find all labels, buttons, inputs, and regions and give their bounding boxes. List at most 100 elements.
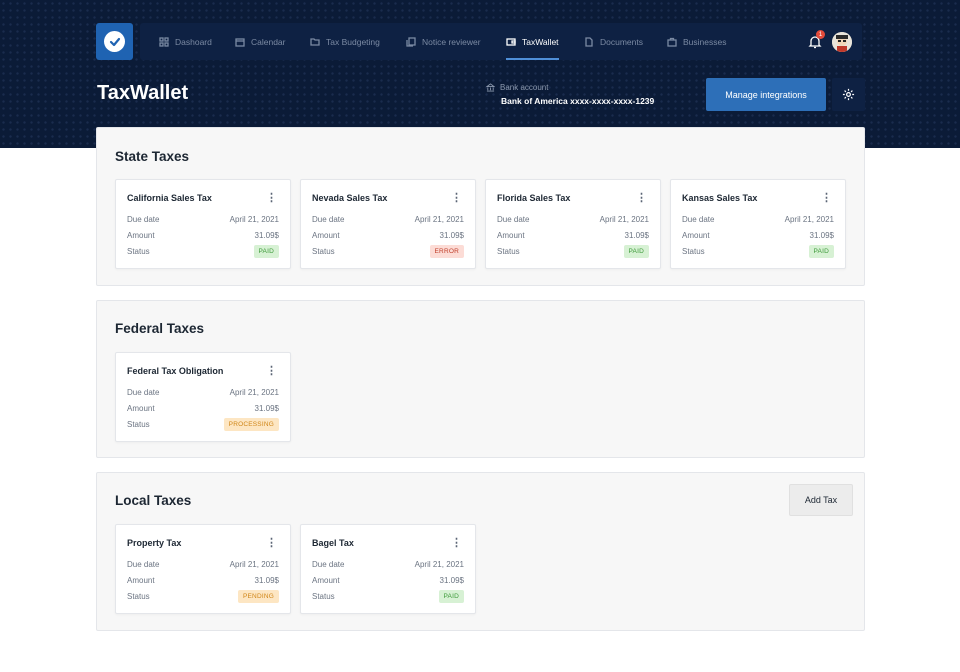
due-date-row: Due date April 21, 2021 bbox=[127, 388, 279, 400]
status-badge: PAID bbox=[438, 590, 464, 603]
status-badge: PAID bbox=[253, 245, 279, 258]
amount-row: Amount 31.09$ bbox=[127, 404, 279, 416]
more-vertical-icon[interactable]: ⋮ bbox=[636, 191, 647, 204]
nav-item-label: Businesses bbox=[683, 36, 727, 47]
due-date-label: Due date bbox=[682, 215, 715, 224]
amount-label: Amount bbox=[312, 576, 340, 585]
status-row: Status PROCESSING bbox=[127, 418, 279, 432]
amount-value: 31.09$ bbox=[809, 231, 834, 240]
tax-card-title: Bagel Tax bbox=[312, 538, 354, 548]
amount-row: Amount 31.09$ bbox=[682, 231, 834, 243]
nav-item-taxwallet[interactable]: TaxWallet bbox=[506, 23, 559, 60]
section-state-taxes: State Taxes California Sales Tax ⋮ Due dat… bbox=[96, 127, 865, 286]
tax-card[interactable]: Federal Tax Obligation ⋮ Due date April 21,… bbox=[115, 352, 291, 442]
due-date-row: Due date April 21, 2021 bbox=[312, 560, 464, 572]
nav-item-label: TaxWallet bbox=[522, 36, 559, 47]
due-date-label: Due date bbox=[497, 215, 530, 224]
status-label: Status bbox=[127, 420, 150, 429]
section-title: Local Taxes bbox=[115, 493, 192, 508]
copy-icon bbox=[406, 36, 416, 47]
due-date-value: April 21, 2021 bbox=[784, 215, 834, 224]
due-date-row: Due date April 21, 2021 bbox=[312, 215, 464, 227]
amount-row: Amount 31.09$ bbox=[312, 231, 464, 243]
section-title: Federal Taxes bbox=[115, 321, 205, 336]
more-vertical-icon[interactable]: ⋮ bbox=[266, 536, 277, 549]
status-badge: PAID bbox=[808, 245, 834, 258]
due-date-value: April 21, 2021 bbox=[229, 388, 279, 397]
due-date-value: April 21, 2021 bbox=[599, 215, 649, 224]
more-vertical-icon[interactable]: ⋮ bbox=[451, 536, 462, 549]
calendar-icon bbox=[235, 37, 245, 47]
amount-value: 31.09$ bbox=[439, 576, 464, 585]
amount-row: Amount 31.09$ bbox=[312, 576, 464, 588]
amount-row: Amount 31.09$ bbox=[127, 576, 279, 588]
tax-card[interactable]: Bagel Tax ⋮ Due date April 21, 2021 Amount 31… bbox=[300, 524, 476, 614]
nav-item-label: Calendar bbox=[251, 36, 286, 47]
tax-card[interactable]: Property Tax ⋮ Due date April 21, 2021 Amoun… bbox=[115, 524, 291, 614]
status-label: Status bbox=[127, 592, 150, 601]
status-label: Status bbox=[127, 247, 150, 256]
status-label: Status bbox=[312, 247, 335, 256]
tax-card[interactable]: Nevada Sales Tax ⋮ Due date April 21, 2021 A… bbox=[300, 179, 476, 269]
section-local-taxes: Local Taxes Add Tax Property Tax ⋮ Due dat… bbox=[96, 472, 865, 631]
nav-item-businesses[interactable]: Businesses bbox=[667, 23, 726, 60]
nav-item-documents[interactable]: Documents bbox=[584, 23, 643, 60]
due-date-value: April 21, 2021 bbox=[229, 215, 279, 224]
notification-badge: 1 bbox=[816, 30, 825, 39]
nav-item-calendar[interactable]: Calendar bbox=[235, 23, 286, 60]
nav-item-label: Documents bbox=[600, 36, 643, 47]
nav-item-label: Notice reviewer bbox=[422, 36, 481, 47]
briefcase-icon bbox=[667, 37, 677, 47]
status-row: Status PAID bbox=[127, 245, 279, 259]
amount-value: 31.09$ bbox=[624, 231, 649, 240]
amount-label: Amount bbox=[497, 231, 525, 240]
page-title: TaxWallet bbox=[97, 82, 189, 104]
due-date-value: April 21, 2021 bbox=[229, 560, 279, 569]
manage-integrations-button[interactable]: Manage integrations bbox=[706, 78, 826, 111]
nav-item-tax-budgeting[interactable]: Tax Budgeting bbox=[310, 23, 380, 60]
more-vertical-icon[interactable]: ⋮ bbox=[451, 191, 462, 204]
tax-card[interactable]: California Sales Tax ⋮ Due date April 21, 2… bbox=[115, 179, 291, 269]
add-tax-button[interactable]: Add Tax bbox=[789, 484, 853, 516]
due-date-row: Due date April 21, 2021 bbox=[682, 215, 834, 227]
nav-item-dashboard[interactable]: Dashoard bbox=[159, 23, 212, 60]
tax-card-title: Federal Tax Obligation bbox=[127, 366, 224, 376]
tax-card-title: California Sales Tax bbox=[127, 193, 212, 203]
status-row: Status PENDING bbox=[127, 590, 279, 604]
nav-item-label: Dashoard bbox=[175, 36, 212, 47]
status-badge: PROCESSING bbox=[223, 418, 279, 431]
top-nav: Dashoard Calendar Tax Budgeting Notice r… bbox=[140, 23, 862, 60]
tax-card[interactable]: Kansas Sales Tax ⋮ Due date April 21, 2021 A… bbox=[670, 179, 846, 269]
grid-icon bbox=[159, 36, 169, 47]
bank-account-value: Bank of America xxxx-xxxx-xxxx-1239 bbox=[501, 96, 655, 106]
avatar[interactable] bbox=[832, 32, 852, 52]
nav-item-notice-reviewer[interactable]: Notice reviewer bbox=[406, 23, 481, 60]
wallet-icon bbox=[506, 37, 516, 46]
amount-label: Amount bbox=[312, 231, 340, 240]
status-badge: PENDING bbox=[237, 590, 279, 603]
amount-value: 31.09$ bbox=[439, 231, 464, 240]
tax-card-title: Property Tax bbox=[127, 538, 182, 548]
more-vertical-icon[interactable]: ⋮ bbox=[266, 364, 277, 377]
status-label: Status bbox=[497, 247, 520, 256]
amount-label: Amount bbox=[127, 404, 155, 413]
app-logo[interactable] bbox=[96, 23, 133, 60]
checkmark-icon bbox=[104, 31, 125, 52]
settings-button[interactable] bbox=[832, 78, 865, 111]
folder-icon bbox=[310, 37, 320, 46]
bank-account-label: Bank account bbox=[486, 83, 548, 92]
due-date-value: April 21, 2021 bbox=[414, 215, 464, 224]
status-label: Status bbox=[312, 592, 335, 601]
due-date-label: Due date bbox=[312, 215, 345, 224]
more-vertical-icon[interactable]: ⋮ bbox=[266, 191, 277, 204]
amount-label: Amount bbox=[127, 576, 155, 585]
more-vertical-icon[interactable]: ⋮ bbox=[821, 191, 832, 204]
tax-card[interactable]: Florida Sales Tax ⋮ Due date April 21, 2021… bbox=[485, 179, 661, 269]
status-badge: ERROR bbox=[429, 245, 464, 258]
document-icon bbox=[585, 36, 593, 47]
tax-card-title: Kansas Sales Tax bbox=[682, 193, 758, 203]
due-date-row: Due date April 21, 2021 bbox=[497, 215, 649, 227]
due-date-row: Due date April 21, 2021 bbox=[127, 215, 279, 227]
status-row: Status PAID bbox=[497, 245, 649, 259]
amount-row: Amount 31.09$ bbox=[497, 231, 649, 243]
